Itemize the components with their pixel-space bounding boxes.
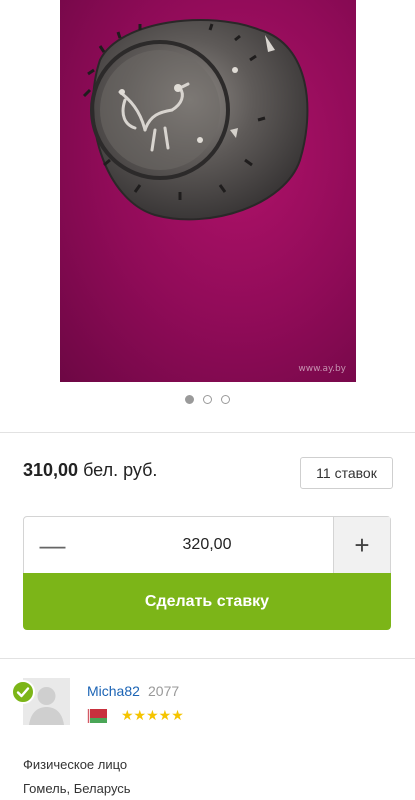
seller-type: Физическое лицо <box>23 757 128 772</box>
bids-count-button[interactable]: 11 ставок <box>300 457 393 489</box>
seller-card: Micha82 2077 ★★★★★ Физическое лицо Гомел… <box>0 660 415 800</box>
plus-icon: + <box>354 529 370 560</box>
price-row: 310,00 бел. руб. 11 ставок <box>23 457 393 489</box>
current-price: 310,00 бел. руб. <box>23 460 157 481</box>
gallery-pagination[interactable] <box>0 395 415 404</box>
price-value: 310,00 <box>23 460 79 480</box>
verified-check-icon <box>11 680 35 704</box>
seller-rating: 2077 <box>148 683 180 699</box>
place-bid-button[interactable]: Сделать ставку <box>23 573 391 630</box>
belarus-flag-icon <box>87 709 107 723</box>
seller-location: Гомель, Беларусь <box>23 781 131 796</box>
increase-bid-button[interactable]: + <box>333 517 390 573</box>
seller-name-link[interactable]: Micha82 <box>87 683 140 699</box>
minus-icon: — <box>39 529 66 560</box>
decrease-bid-button[interactable]: — <box>24 517 81 573</box>
pagination-dot-3[interactable] <box>221 395 230 404</box>
pagination-dot-2[interactable] <box>203 395 212 404</box>
pagination-dot-1[interactable] <box>185 395 194 404</box>
seller-stars-rating: ★★★★★ <box>121 708 184 724</box>
divider <box>0 658 415 659</box>
lot-photo-coin[interactable]: www.ay.by <box>60 0 356 382</box>
coin-image <box>82 19 309 221</box>
divider <box>0 432 415 433</box>
photo-gallery[interactable]: www.ay.by <box>0 0 415 382</box>
price-currency: бел. руб. <box>78 460 158 480</box>
bid-amount-stepper: — 320,00 + <box>23 516 391 574</box>
bid-amount-input[interactable]: 320,00 <box>81 517 333 573</box>
watermark-text: www.ay.by <box>298 364 346 374</box>
